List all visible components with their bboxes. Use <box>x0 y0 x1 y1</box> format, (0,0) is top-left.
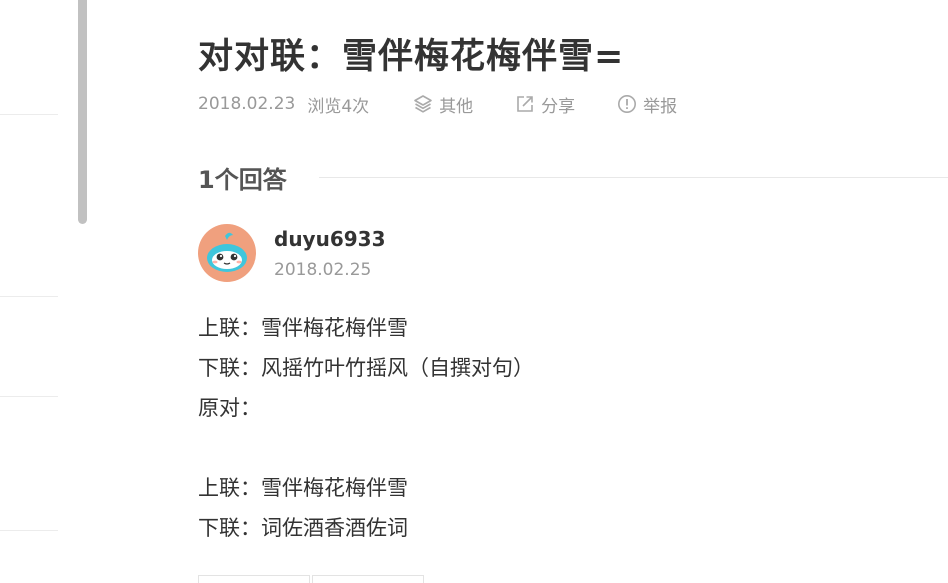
report-icon <box>618 95 637 113</box>
sidebar-divider <box>0 530 58 531</box>
page: 对对联：雪伴梅花梅伴雪= 2018.02.23 浏览4次 其他 分享 举报 1个… <box>0 0 948 583</box>
answer-date: 2018.02.25 <box>274 260 372 280</box>
answer-actions <box>198 575 424 583</box>
share-label: 分享 <box>541 96 576 117</box>
like-button[interactable] <box>198 575 310 583</box>
layers-icon <box>414 95 432 113</box>
header-divider <box>318 177 948 178</box>
sidebar-divider <box>0 114 58 115</box>
answers-header: 1个回答 <box>198 160 948 195</box>
scrollbar-thumb[interactable] <box>78 0 87 224</box>
share-icon <box>517 96 533 112</box>
answer-count: 1个回答 <box>198 166 287 194</box>
share-button[interactable]: 分享 <box>515 92 575 117</box>
report-label: 举报 <box>643 96 678 117</box>
report-button[interactable]: 举报 <box>617 92 677 117</box>
other-button[interactable]: 其他 <box>413 92 473 117</box>
answer-line: 下联：风摇竹叶竹摇风（自撰对句） <box>198 356 534 380</box>
answer-username[interactable]: duyu6933 <box>274 227 386 251</box>
sidebar-divider <box>0 296 58 297</box>
answer-line: 原对： <box>198 396 261 420</box>
other-label: 其他 <box>439 96 474 117</box>
dislike-button[interactable] <box>312 575 424 583</box>
avatar[interactable] <box>198 224 256 282</box>
answer-line: 下联：词佐酒香酒佐词 <box>198 516 408 540</box>
question-title: 对对联：雪伴梅花梅伴雪= <box>198 37 625 77</box>
question-date: 2018.02.23 <box>198 94 296 114</box>
answer-line: 上联：雪伴梅花梅伴雪 <box>198 316 408 340</box>
question-meta: 2018.02.23 浏览4次 其他 分享 举报 <box>198 92 719 117</box>
answer-line <box>198 428 534 468</box>
answer-line: 上联：雪伴梅花梅伴雪 <box>198 476 408 500</box>
view-count: 浏览4次 <box>307 96 370 117</box>
answer-content: 上联：雪伴梅花梅伴雪 下联：风摇竹叶竹摇风（自撰对句） 原对： 上联：雪伴梅花梅… <box>198 308 534 548</box>
sidebar-divider <box>0 396 58 397</box>
